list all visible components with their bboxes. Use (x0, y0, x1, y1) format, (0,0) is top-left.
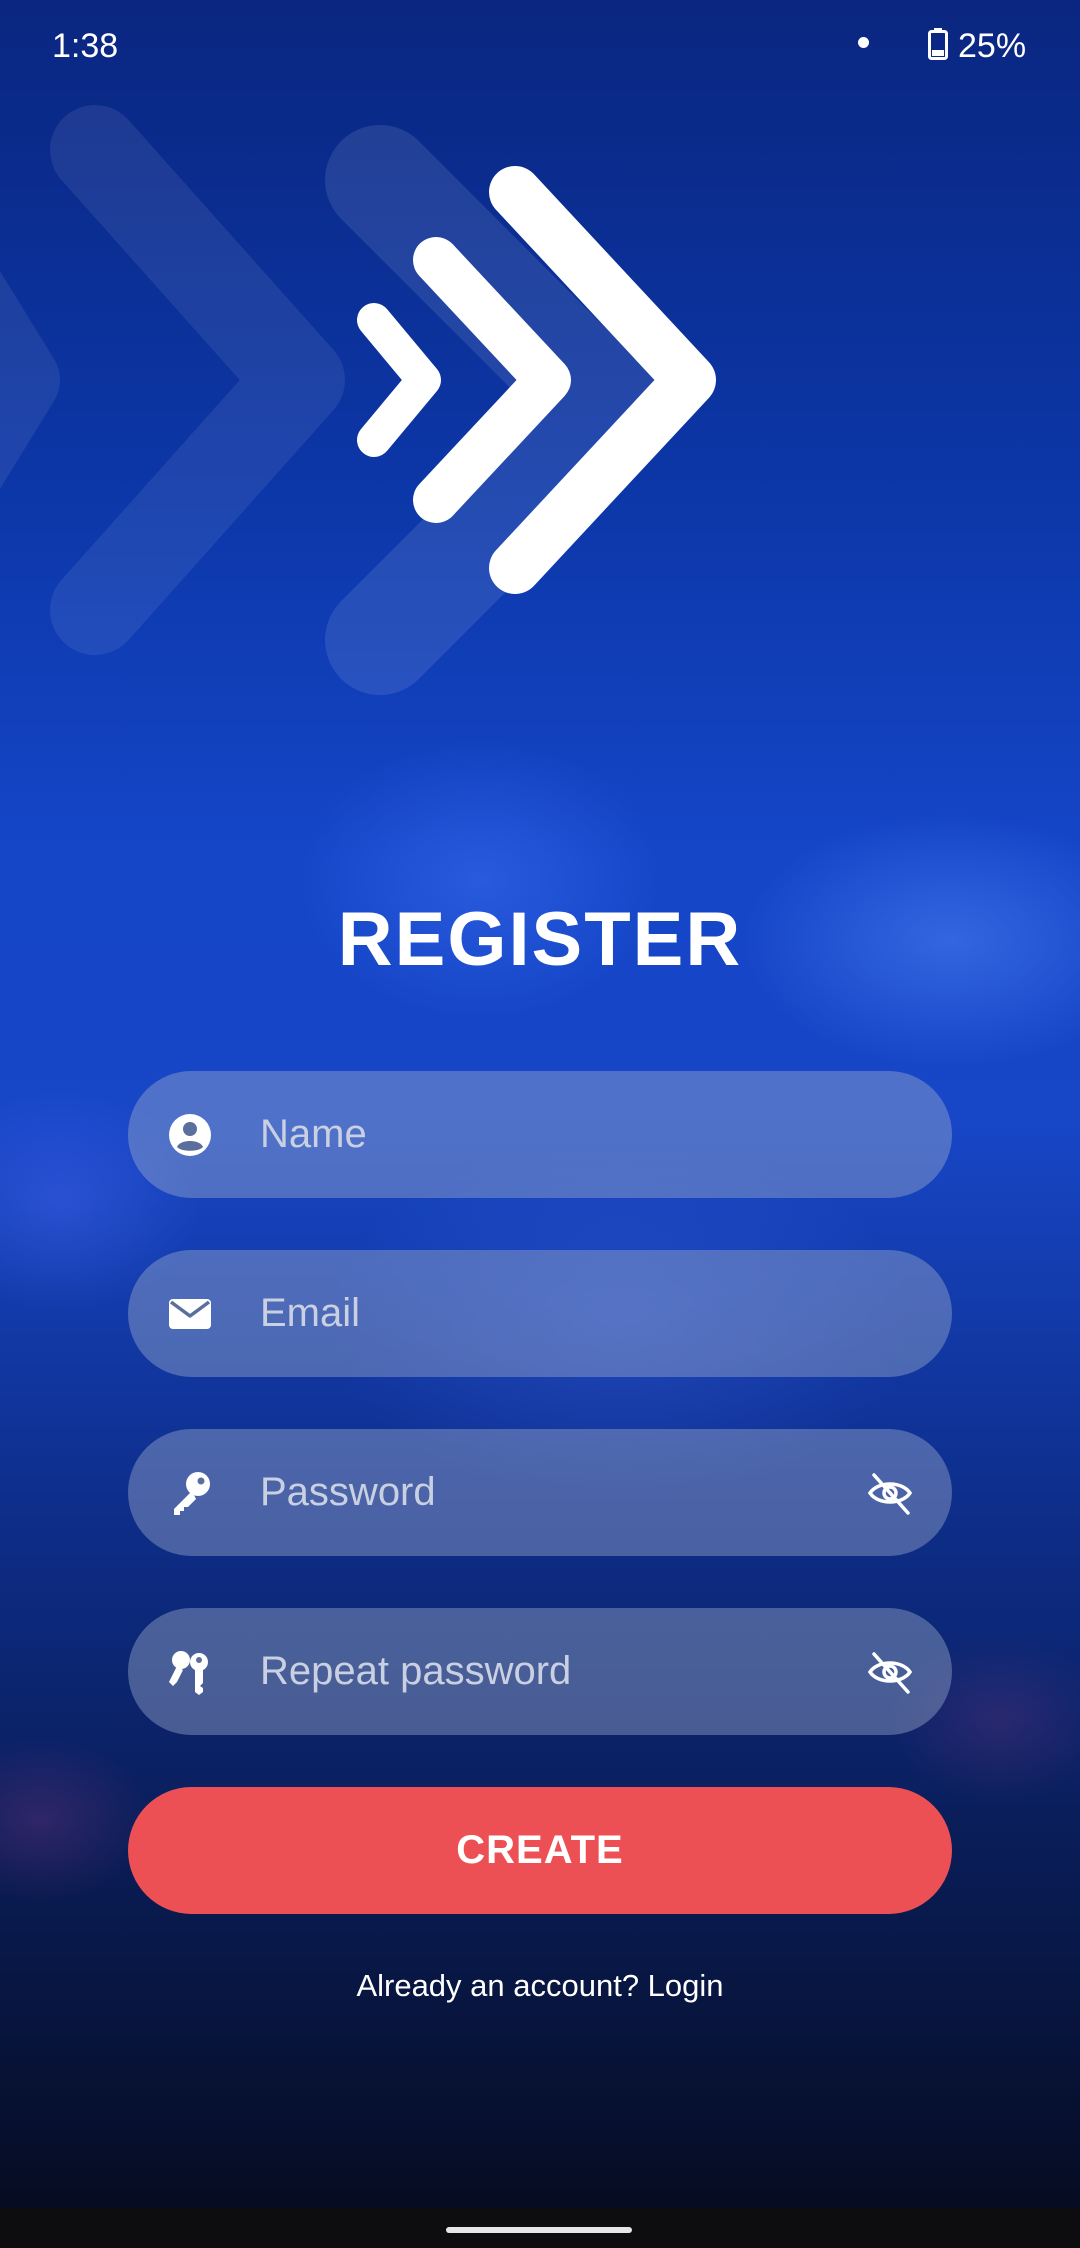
name-input[interactable] (260, 1071, 820, 1198)
page-title: REGISTER (337, 897, 743, 982)
status-time: 1:38 (52, 27, 119, 65)
eye-off-icon[interactable] (866, 1469, 914, 1517)
email-field[interactable] (128, 1250, 952, 1377)
dot-icon (858, 37, 869, 48)
battery-percent: 25% (958, 27, 1027, 65)
status-bar: 1:38 25% (0, 0, 1080, 92)
envelope-icon (169, 1299, 211, 1329)
password-input[interactable] (260, 1429, 820, 1556)
triple-chevron-right-logo (0, 105, 716, 695)
email-input[interactable] (260, 1250, 820, 1377)
user-circle-icon (169, 1114, 211, 1156)
login-link[interactable]: Already an account? Login (0, 1968, 1080, 2004)
repeat-password-field[interactable] (128, 1608, 952, 1735)
keys-icon (169, 1651, 208, 1695)
repeat-password-input[interactable] (260, 1608, 820, 1735)
name-field[interactable] (128, 1071, 952, 1198)
key-icon (174, 1472, 210, 1515)
home-handle[interactable] (446, 2227, 632, 2233)
password-field[interactable] (128, 1429, 952, 1556)
eye-off-icon[interactable] (866, 1648, 914, 1696)
create-button[interactable]: CREATE (128, 1787, 952, 1914)
battery-icon (928, 28, 948, 60)
